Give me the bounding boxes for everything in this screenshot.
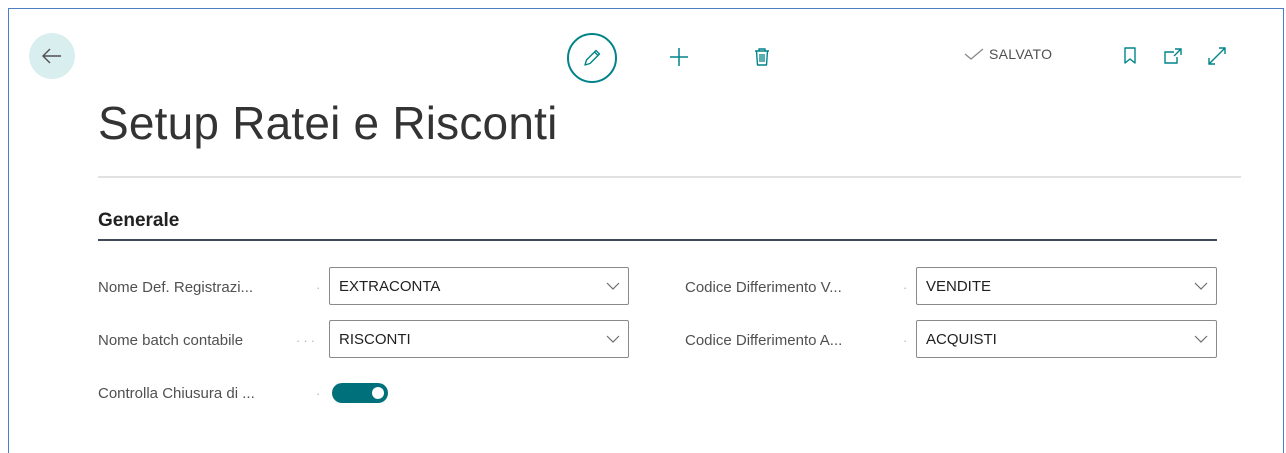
label-leader-dots: ·: [903, 280, 911, 295]
nome-batch-contabile-value: RISCONTI: [339, 330, 411, 348]
toggle-knob: [372, 387, 384, 399]
bookmark-button[interactable]: [1118, 44, 1142, 68]
label-leader-dots: ·: [903, 333, 911, 348]
saved-status: SALVATO: [963, 46, 1052, 62]
label-leader-dots: ·: [316, 280, 324, 295]
field-label-nome-batch-contabile: Nome batch contabile: [98, 332, 244, 349]
saved-status-label: SALVATO: [989, 46, 1053, 62]
codice-differimento-acquisti-select[interactable]: ACQUISTI: [916, 320, 1217, 358]
codice-differimento-acquisti-value: ACQUISTI: [926, 330, 997, 348]
controlla-chiusura-toggle[interactable]: [332, 383, 388, 403]
delete-button[interactable]: [748, 43, 776, 71]
codice-differimento-vendite-value: VENDITE: [926, 277, 992, 295]
pencil-icon: [584, 49, 601, 66]
nome-def-registrazione-select[interactable]: EXTRACONTA: [329, 267, 629, 305]
chevron-down-icon: [1186, 282, 1216, 290]
nome-batch-contabile-select[interactable]: RISCONTI: [329, 320, 629, 358]
plus-icon: [670, 48, 688, 66]
edit-button[interactable]: [567, 33, 617, 83]
back-button[interactable]: [29, 33, 75, 79]
section-divider: [98, 239, 1217, 241]
check-icon: [964, 48, 984, 60]
title-divider: [98, 176, 1241, 178]
field-label-codice-differimento-vendite: Codice Differimento V...: [685, 279, 842, 296]
open-in-new-window-icon: [1164, 48, 1182, 64]
open-in-new-window-button[interactable]: [1161, 44, 1185, 68]
chevron-down-icon: [1186, 335, 1216, 343]
trash-icon: [755, 48, 769, 66]
label-leader-dots: ·: [316, 386, 324, 401]
page-title: Setup Ratei e Risconti: [98, 97, 558, 149]
expand-button[interactable]: [1205, 44, 1229, 68]
chevron-down-icon: [598, 282, 628, 290]
label-leader-dots: ···: [296, 333, 318, 348]
field-label-nome-def-registrazione: Nome Def. Registrazi...: [98, 279, 254, 296]
bookmark-icon: [1124, 47, 1136, 64]
codice-differimento-vendite-select[interactable]: VENDITE: [916, 267, 1217, 305]
field-label-controlla-chiusura: Controlla Chiusura di ...: [98, 385, 255, 402]
expand-icon: [1208, 47, 1226, 65]
nome-def-registrazione-value: EXTRACONTA: [339, 277, 441, 295]
back-arrow-icon: [42, 48, 61, 64]
chevron-down-icon: [598, 335, 628, 343]
section-title-generale[interactable]: Generale: [98, 210, 179, 232]
add-button[interactable]: [665, 43, 693, 71]
field-label-codice-differimento-acquisti: Codice Differimento A...: [685, 332, 843, 349]
